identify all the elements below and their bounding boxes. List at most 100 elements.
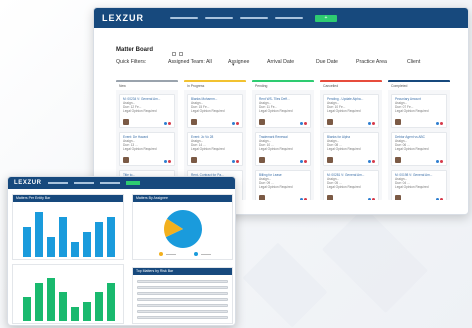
bar-chart-panel-bottom [12, 264, 124, 324]
priority-icon [436, 122, 439, 125]
avatar [395, 195, 401, 200]
nav-item[interactable] [170, 17, 198, 19]
chart-bar[interactable] [35, 282, 43, 321]
filter-due-date[interactable]: Due Date [316, 59, 356, 65]
dashboard-action-button[interactable] [125, 181, 140, 185]
alert-icon [440, 160, 443, 163]
list-item[interactable] [137, 292, 228, 295]
priority-icon [368, 122, 371, 125]
list-item[interactable] [137, 298, 228, 301]
chart-bar[interactable] [59, 217, 67, 257]
card-text: Legal Opinion Required [327, 147, 361, 151]
matter-card[interactable]: Event: Jo Vo 28 Assign... Due: 14 ... Legal… [187, 132, 243, 166]
kanban-column: Pending Rent WS- Tiles Deff... Assign... Du… [252, 80, 314, 200]
add-button[interactable]: + [315, 14, 337, 22]
column-header[interactable]: Cancelled [320, 80, 382, 90]
avatar [123, 157, 129, 163]
card-status [436, 122, 443, 125]
chart-bar[interactable] [107, 217, 115, 257]
list-item[interactable] [137, 286, 228, 289]
nav-item[interactable] [275, 17, 303, 19]
matter-card[interactable]: M: 00198 V: General Am... Assign... Due: 0… [391, 170, 447, 200]
chart-bar[interactable] [83, 301, 91, 321]
matter-card[interactable]: Pending - Update Alpha... Assign... Due: 1… [323, 94, 379, 128]
nav-item[interactable] [205, 17, 233, 19]
chart-bar[interactable] [23, 227, 31, 257]
filter-practice-area[interactable]: Practice Area [356, 59, 407, 65]
avatar [259, 119, 265, 125]
avatar [395, 119, 401, 125]
column-header[interactable]: New [116, 80, 178, 90]
priority-icon [436, 160, 439, 163]
pie-chart [164, 210, 202, 248]
list-item[interactable] [137, 310, 228, 313]
chart-bar[interactable] [107, 282, 115, 321]
legend-swatch [159, 252, 163, 256]
pie-chart-panel: Matters By Assignee [132, 194, 233, 260]
list-item[interactable] [137, 316, 228, 319]
chart-bar[interactable] [47, 237, 55, 257]
column-header[interactable]: Completed [388, 80, 450, 90]
alert-icon [372, 160, 375, 163]
matter-card[interactable]: Rent WS- Tiles Deff... Assign... Due: 11 F… [255, 94, 311, 128]
pie-legend [159, 252, 211, 256]
dashboard-navbar: LEXZUR [8, 177, 235, 189]
list-item[interactable] [137, 280, 228, 283]
bar-chart-panel-top: Matters Per Entity Bar [12, 194, 124, 260]
panel-title: Top Matters by Risk Bar [133, 268, 232, 275]
top-navbar: LEXZUR + [94, 8, 468, 28]
dashboard-logo[interactable]: LEXZUR [14, 180, 42, 186]
avatar [191, 157, 197, 163]
dashboard-nav-item[interactable] [73, 182, 94, 184]
chart-bar[interactable] [95, 222, 103, 257]
chart-bar[interactable] [23, 297, 31, 321]
matter-card[interactable]: Billing for Lease Assign... Due: 09 ... Leg… [255, 170, 311, 200]
chart-bar[interactable] [59, 292, 67, 321]
app-logo[interactable]: LEXZUR [102, 13, 144, 23]
bar-chart [21, 273, 117, 321]
card-status [232, 160, 239, 163]
grid-icon[interactable] [172, 52, 176, 56]
card-status [436, 160, 443, 163]
card-text: Legal Opinion Required [191, 147, 225, 151]
legend-swatch [194, 252, 198, 256]
matter-card[interactable]: M: 00234 V: General Am... Assign... Due: 1… [119, 94, 175, 128]
dashboard-window: LEXZUR Matters Per Entity Bar Matters By… [7, 176, 236, 326]
matter-card[interactable]: M: 00281 V: General Am... Assign... Due: 0… [323, 170, 379, 200]
main-nav [170, 17, 303, 19]
dashboard-nav-item[interactable] [99, 182, 120, 184]
nav-item[interactable] [240, 17, 268, 19]
chart-bar[interactable] [71, 242, 79, 257]
panel-title: Matters Per Entity Bar [13, 195, 123, 202]
avatar [259, 157, 265, 163]
matter-card[interactable]: Event: De Hazard Assign... Due: 13 ... Lega… [119, 132, 175, 166]
column-header[interactable]: Pending [252, 80, 314, 90]
dashboard-nav-item[interactable] [47, 182, 68, 184]
legend-label-line [201, 253, 211, 255]
matter-card[interactable]: Debtor Agent vs ABC Assign... Due: 06 ... L… [391, 132, 447, 166]
matter-card[interactable]: Blanks for Alpha Assign... Due: 08 ... Lega… [323, 132, 379, 166]
chart-bar[interactable] [95, 292, 103, 321]
filter-client[interactable]: Client [407, 59, 427, 65]
chart-bar[interactable] [35, 212, 43, 257]
list-item[interactable] [137, 304, 228, 307]
alert-icon [304, 198, 307, 200]
list-icon[interactable] [179, 52, 183, 56]
bar-chart [21, 207, 117, 257]
matter-card[interactable]: Trademark Renewal Assign... Due: 10 ... Leg… [255, 132, 311, 166]
column-header[interactable]: In Progress [184, 80, 246, 90]
filter-assigned-team[interactable]: Assigned Team: All [168, 59, 228, 65]
chart-bar[interactable] [71, 306, 79, 321]
priority-icon [164, 160, 167, 163]
panel-title: Matters By Assignee [133, 195, 232, 202]
filter-arrival-date[interactable]: Arrival Date [267, 59, 316, 65]
chart-bar[interactable] [47, 277, 55, 321]
matter-card[interactable]: Pecuniary Amount Assign... Due: 07 Fe... Le… [391, 94, 447, 128]
card-status [368, 198, 375, 200]
card-status [368, 122, 375, 125]
chevron-down-icon[interactable]: ▾ [232, 62, 235, 68]
alert-icon [168, 122, 171, 125]
chart-bar[interactable] [83, 232, 91, 257]
matter-card[interactable]: Blanks Mohamm... Assign... Due: 15 Fe... Le… [187, 94, 243, 128]
avatar [191, 119, 197, 125]
